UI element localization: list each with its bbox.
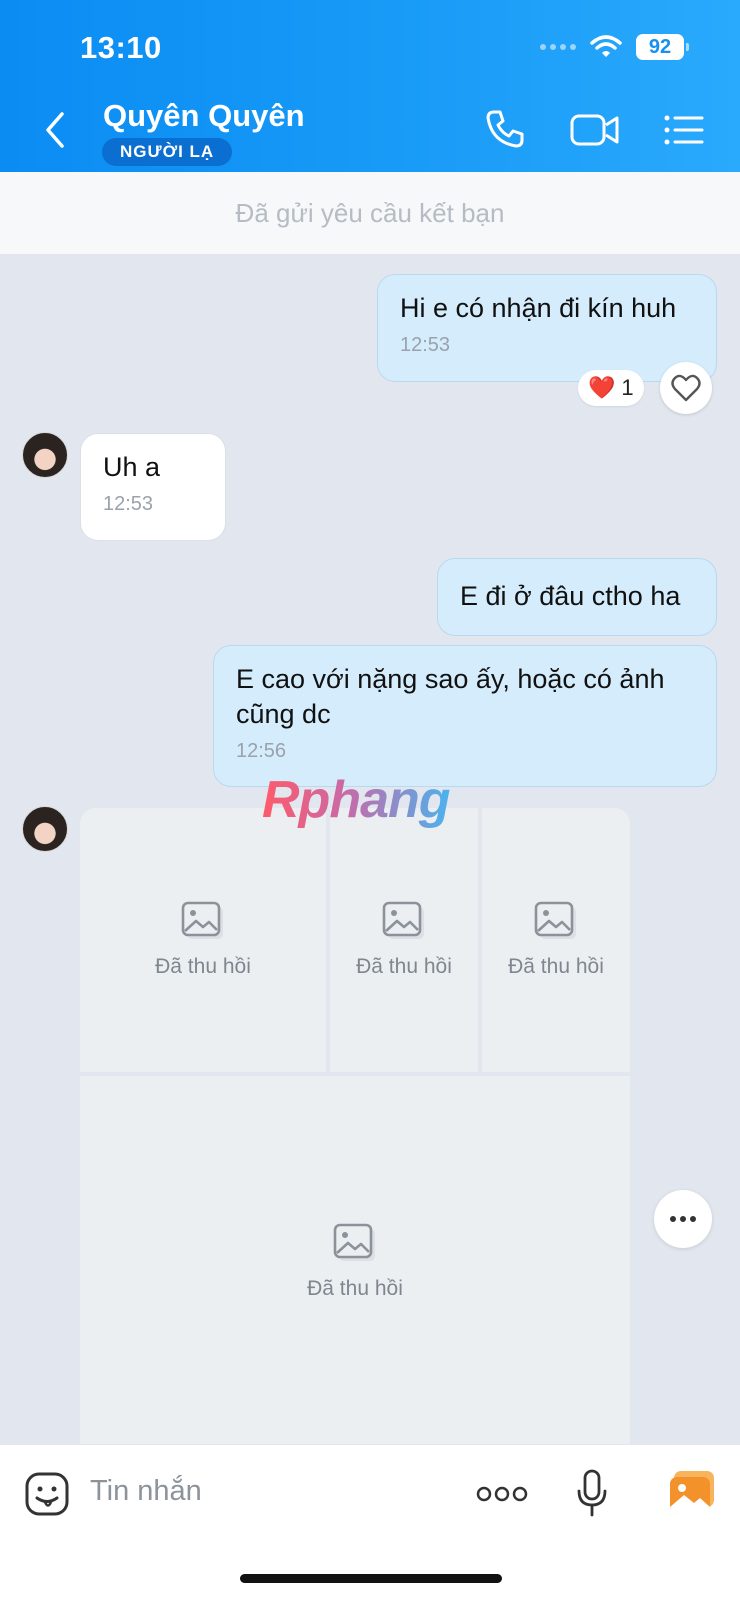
recalled-label: Đã thu hồi [307,1277,403,1300]
message-time: 12:53 [103,493,154,515]
reaction-count: 1 [621,375,634,400]
message-bubble-incoming[interactable]: Uh a 12:53 [80,433,226,541]
message-text: Uh a [103,452,161,482]
image-placeholder-icon [534,901,576,939]
back-arrow-icon[interactable] [38,108,74,152]
video-call-icon[interactable] [570,112,620,148]
menu-list-icon[interactable] [664,114,704,146]
message-bubble-outgoing[interactable]: E cao với nặng sao ấy, hoặc có ảnh cũng … [213,645,717,787]
sticker-icon[interactable] [24,1471,70,1517]
message-text: E đi ở đâu ctho ha [460,581,681,611]
message-bubble-outgoing[interactable]: E đi ở đâu ctho ha [437,558,717,636]
react-heart-button[interactable] [660,362,712,414]
contact-avatar[interactable] [22,806,68,852]
microphone-icon[interactable] [576,1469,608,1517]
image-placeholder-icon [333,1223,375,1261]
recalled-photo[interactable]: Đã thu hồi [482,808,630,1072]
recalled-photo[interactable]: Đã thu hồi [330,808,478,1072]
recalled-label: Đã thu hồi [356,955,452,978]
more-options-button[interactable] [654,1190,712,1248]
signal-icon [540,44,576,50]
message-bubble-outgoing[interactable]: Hi e có nhận đi kín huh 12:53 [377,274,717,382]
wifi-icon [590,35,622,57]
watermark-logo: Rphang [262,771,451,829]
contact-avatar[interactable] [22,432,68,478]
stranger-badge: NGƯỜI LẠ [102,138,233,166]
message-time: 12:56 [236,740,287,762]
status-time: 13:10 [80,30,162,65]
status-indicators: 92 [540,34,689,60]
message-time: 12:53 [400,334,451,356]
more-actions-icon[interactable] [476,1485,528,1503]
image-placeholder-icon [382,901,424,939]
recalled-photo[interactable]: Đã thu hồi [80,808,326,1072]
reaction-badge[interactable]: ❤️ 1 [578,370,644,406]
friend-request-status: Đã gửi yêu cầu kết bạn [0,172,740,254]
message-text: Hi e có nhận đi kín huh [400,293,677,323]
battery-icon: 92 [636,34,689,60]
heart-outline-icon [671,374,701,402]
chat-header: 13:10 92 Quyên Quyên NGƯỜI LẠ [0,0,740,172]
recalled-label: Đã thu hồi [508,955,604,978]
contact-name[interactable]: Quyên Quyên [103,98,305,134]
home-indicator [240,1574,502,1583]
recalled-label: Đã thu hồi [155,955,251,978]
ellipsis-icon [670,1216,696,1222]
image-placeholder-icon [181,901,223,939]
phone-call-icon[interactable] [484,108,526,150]
recalled-photo-album: Đã thu hồi Đã thu hồi Đã thu hồi Đã thu … [80,808,630,1448]
gallery-icon[interactable] [668,1469,716,1515]
message-input[interactable]: Tin nhắn [90,1475,202,1508]
recalled-photo[interactable]: Đã thu hồi [80,1076,630,1448]
message-text: E cao với nặng sao ấy, hoặc có ảnh cũng … [236,664,665,729]
heart-reaction-icon: ❤️ [588,375,616,400]
